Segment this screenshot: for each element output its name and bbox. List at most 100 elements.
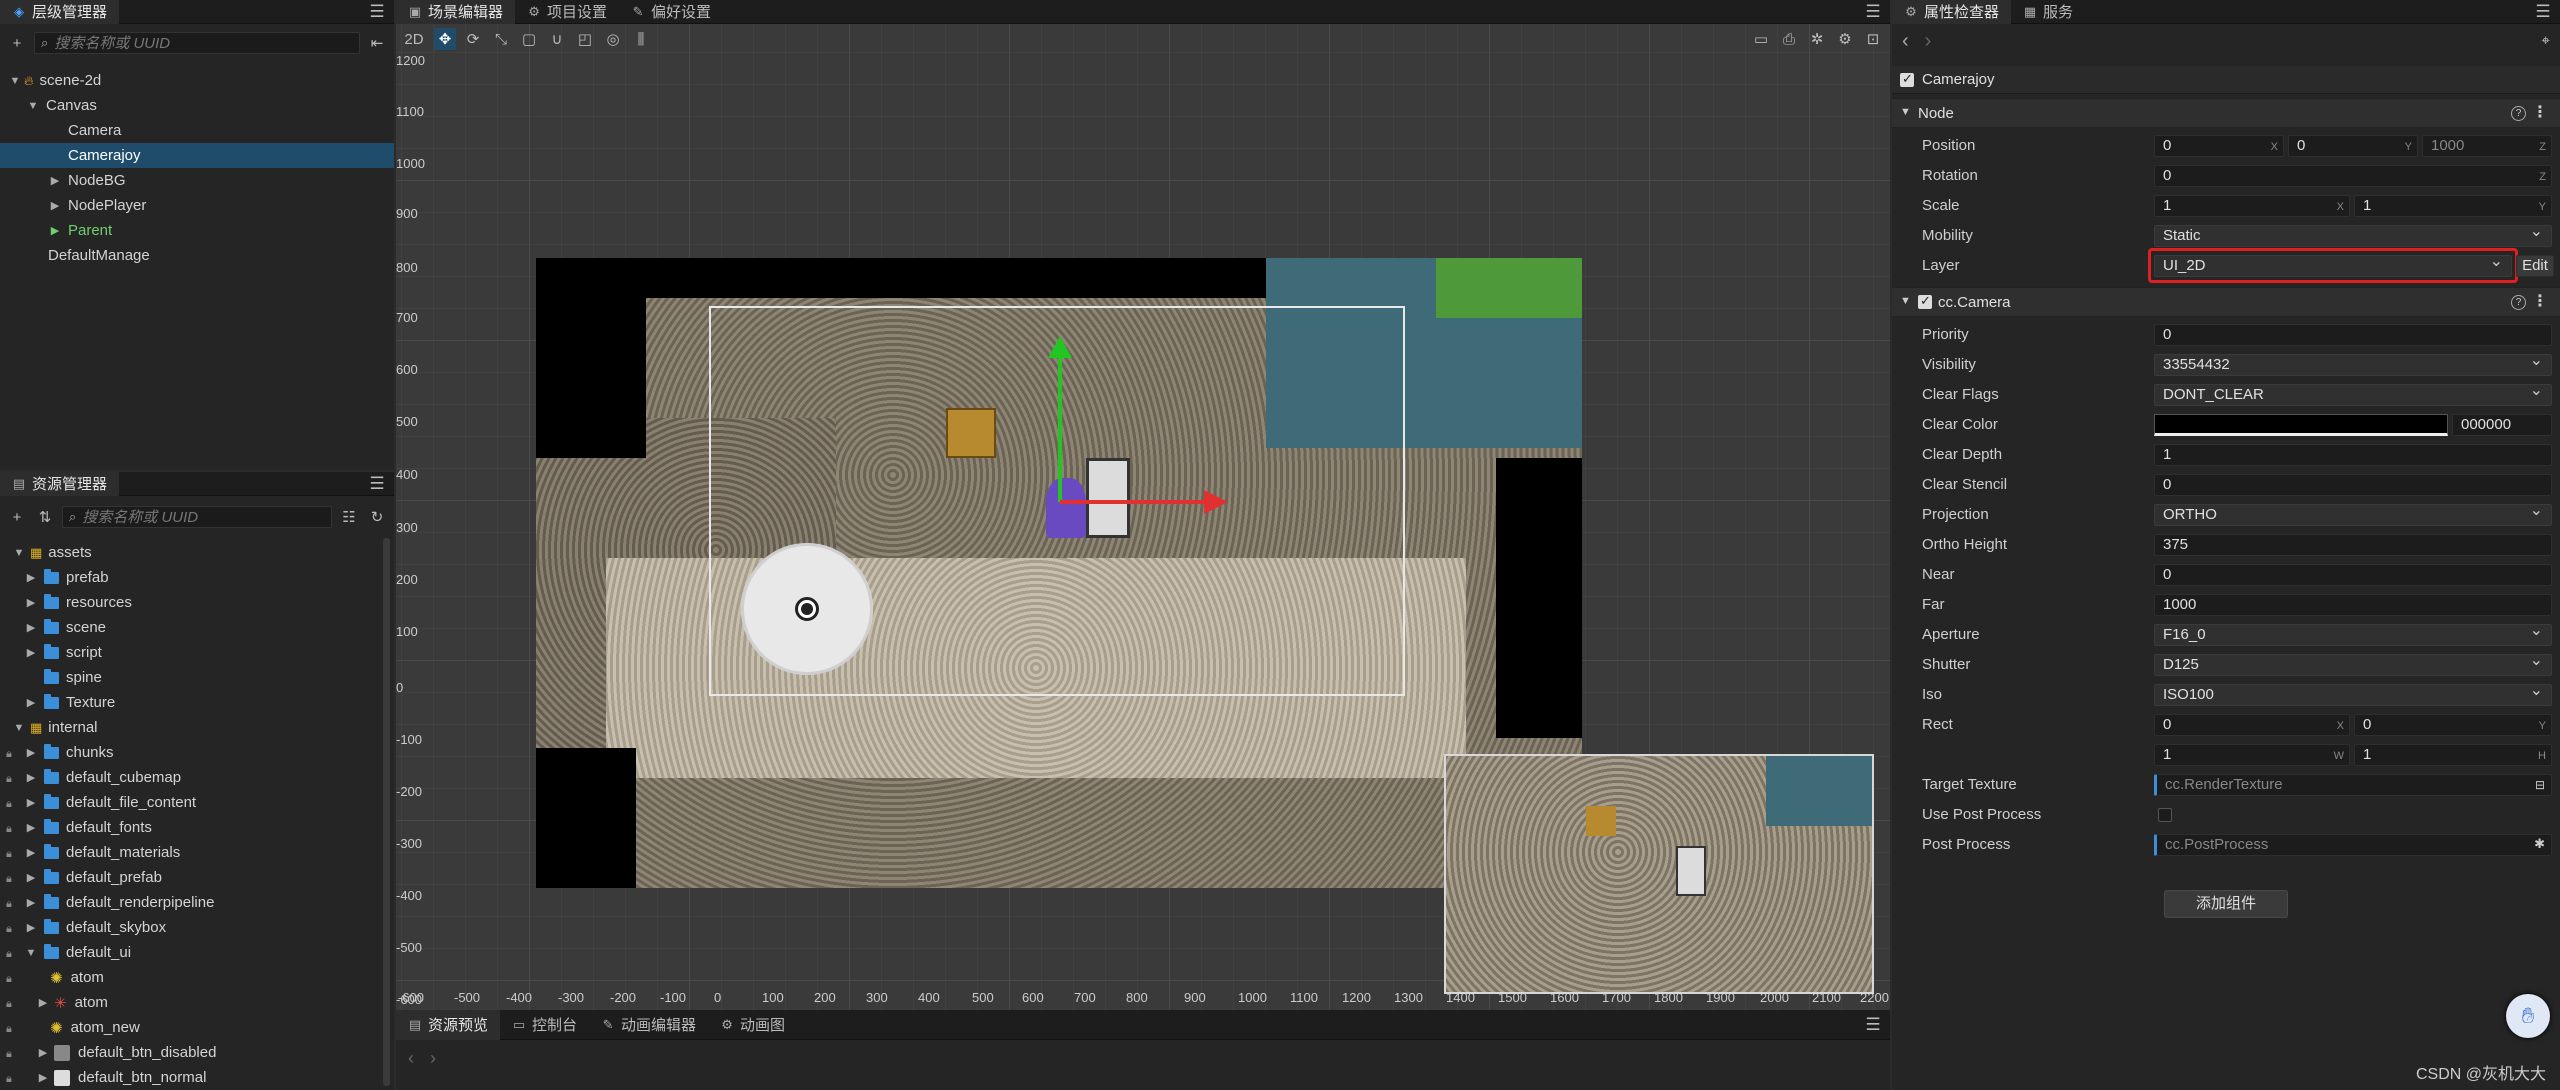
forward-arrow-icon[interactable]: › [430,1048,436,1069]
gizmo-view-icon[interactable]: ▭ [1750,28,1772,50]
tab-scene-editor[interactable]: ▣ 场景编辑器 [396,0,516,24]
pin-icon[interactable]: ⌖ [2542,32,2550,49]
tab-animation-editor[interactable]: ✎ 动画编辑器 [589,1010,708,1040]
tab-inspector[interactable]: ⚙ 属性检查器 [1892,0,2012,24]
hierarchy-menu-icon[interactable]: ☰ [368,3,386,21]
add-asset-icon[interactable]: + [6,506,28,528]
asset-picker-icon[interactable]: ⊟ [2535,777,2545,793]
camera-enabled-checkbox[interactable] [1918,293,1932,309]
tree-item-canvas[interactable]: ▼ Canvas [0,93,394,118]
assets-search[interactable]: ⌕ [62,506,332,528]
chevron-down-icon[interactable]: ▼ [26,100,40,112]
chevron-right-icon[interactable]: ▶ [36,996,50,1009]
asset-item-default-materials[interactable]: 🔒︎ ▶ default_materials [0,840,394,865]
tab-assets[interactable]: ▤ 资源管理器 [0,472,120,496]
mobility-select[interactable]: Static [2154,225,2552,247]
tab-project-settings[interactable]: ⚙ 项目设置 [515,0,619,24]
layer-edit-button[interactable]: Edit [2516,255,2554,277]
target-texture-field[interactable]: cc.RenderTexture ⊟ [2154,774,2552,796]
node-name-field[interactable]: Camerajoy [1922,70,2554,90]
use-post-process-checkbox[interactable] [2158,808,2172,822]
assets-search-input[interactable] [82,508,325,526]
asset-item-default-cubemap[interactable]: 🔒︎ ▶ default_cubemap [0,765,394,790]
x-arrow-icon[interactable] [1204,490,1228,514]
tree-item-scene[interactable]: ▼ 🔥︎ scene-2d [0,68,394,93]
asset-item-prefab[interactable]: ▶ prefab [0,565,394,590]
chevron-right-icon[interactable]: ▶ [24,821,38,834]
asset-item-texture[interactable]: ▶ Texture [0,690,394,715]
chevron-right-icon[interactable]: ▶ [48,174,62,187]
asset-item-internal[interactable]: ▼ ▦ internal [0,715,394,740]
assets-menu-icon[interactable]: ☰ [368,475,386,493]
move-tool-icon[interactable]: ✥ [434,28,456,50]
tab-animation-graph[interactable]: ⚙ 动画图 [708,1010,797,1040]
post-process-field[interactable]: cc.PostProcess ✱ [2154,834,2552,856]
chevron-right-icon[interactable]: ▶ [24,796,38,809]
asset-item-scene[interactable]: ▶ scene [0,615,394,640]
chevron-down-icon[interactable]: ▼ [1900,106,1911,118]
scene-viewport[interactable]: 2D ✥ ⟳ ⤡ ▢ ∪ ◰ ◎ ⫼ ▭ ⎙ ✲ ⚙ ⊡ 1200 1100 1… [396,24,1890,1010]
asset-item-default-ui[interactable]: 🔒︎ ▼ default_ui [0,940,394,965]
tab-services[interactable]: ▦ 服务 [2011,0,2085,24]
chevron-right-icon[interactable]: ▶ [24,621,38,634]
asset-item-default-file-content[interactable]: 🔒︎ ▶ default_file_content [0,790,394,815]
tree-item-camerajoy[interactable]: Camerajoy [0,143,394,168]
pivot-toggle-icon[interactable]: ◰ [574,28,596,50]
asset-item-resources[interactable]: ▶ resources [0,590,394,615]
rect-x-field[interactable]: 0X [2154,714,2350,736]
iso-select[interactable]: ISO100 [2154,684,2552,706]
clear-stencil-field[interactable]: 0 [2154,474,2552,496]
camera-section-header[interactable]: ▼ cc.Camera ? ⋮ [1892,287,2560,317]
asset-item-chunks[interactable]: 🔒︎ ▶ chunks [0,740,394,765]
scale-tool-icon[interactable]: ⤡ [490,28,512,50]
refresh-icon[interactable]: ↻ [366,506,388,528]
inspector-menu-icon[interactable]: ☰ [2534,3,2552,21]
hierarchy-search-input[interactable] [54,34,353,52]
asset-item-atom-new[interactable]: 🔒︎ ✺ atom_new [0,1015,394,1040]
rotation-z-field[interactable]: 0Z [2154,165,2552,187]
local-global-icon[interactable]: ◎ [602,28,624,50]
tree-item-parent[interactable]: ▶ Parent [0,218,394,243]
rect-w-field[interactable]: 1W [2154,744,2350,766]
asset-item-default-btn-normal[interactable]: 🔒︎ ▶ default_btn_normal [0,1065,394,1090]
asset-item-script[interactable]: ▶ script [0,640,394,665]
add-component-button[interactable]: 添加组件 [2164,890,2288,918]
clear-color-hex-field[interactable]: 000000 [2452,414,2552,436]
asset-item-default-skybox[interactable]: 🔒︎ ▶ default_skybox [0,915,394,940]
shutter-select[interactable]: D125 [2154,654,2552,676]
asset-item-default-renderpipeline[interactable]: 🔒︎ ▶ default_renderpipeline [0,890,394,915]
component-picker-icon[interactable]: ✱ [2534,836,2545,852]
rect-tool-icon[interactable]: ▢ [518,28,540,50]
chevron-down-icon[interactable]: ▼ [12,547,26,559]
more-icon[interactable]: ⋮ [2532,291,2548,311]
y-arrow-icon[interactable] [1048,336,1072,358]
ortho-height-field[interactable]: 375 [2154,534,2552,556]
tree-item-nodeplayer[interactable]: ▶ NodePlayer [0,193,394,218]
position-x-field[interactable]: 0X [2154,135,2284,157]
asset-item-atom-2[interactable]: 🔒︎ ▶ ✳ atom [0,990,394,1015]
chevron-right-icon[interactable]: ▶ [24,871,38,884]
chevron-right-icon[interactable]: ▶ [24,596,38,609]
sort-icon[interactable]: ⇅ [34,506,56,528]
x-axis-gizmo[interactable] [1060,500,1210,504]
chevron-down-icon[interactable]: ▼ [12,722,26,734]
asset-item-atom[interactable]: 🔒︎ ✺ atom [0,965,394,990]
chevron-down-icon[interactable]: ▼ [24,947,38,959]
help-icon[interactable]: ? [2511,295,2526,310]
asset-item-default-prefab[interactable]: 🔒︎ ▶ default_prefab [0,865,394,890]
rotate-tool-icon[interactable]: ⟳ [462,28,484,50]
chevron-right-icon[interactable]: ▶ [24,771,38,784]
chevron-right-icon[interactable]: ▶ [48,224,62,237]
help-icon[interactable]: ? [2511,106,2526,121]
chevron-right-icon[interactable]: ▶ [24,571,38,584]
tab-asset-preview[interactable]: ▤ 资源预览 [396,1010,501,1040]
scale-x-field[interactable]: 1X [2154,195,2350,217]
y-axis-gizmo[interactable] [1058,342,1062,502]
chevron-down-icon[interactable]: ▼ [8,75,22,87]
chevron-right-icon[interactable]: ▶ [24,646,38,659]
clear-depth-field[interactable]: 1 [2154,444,2552,466]
far-field[interactable]: 1000 [2154,594,2552,616]
asset-item-default-fonts[interactable]: 🔒︎ ▶ default_fonts [0,815,394,840]
screenshot-icon[interactable]: ⊡ [1862,28,1884,50]
snap-tool-icon[interactable]: ∪ [546,28,568,50]
